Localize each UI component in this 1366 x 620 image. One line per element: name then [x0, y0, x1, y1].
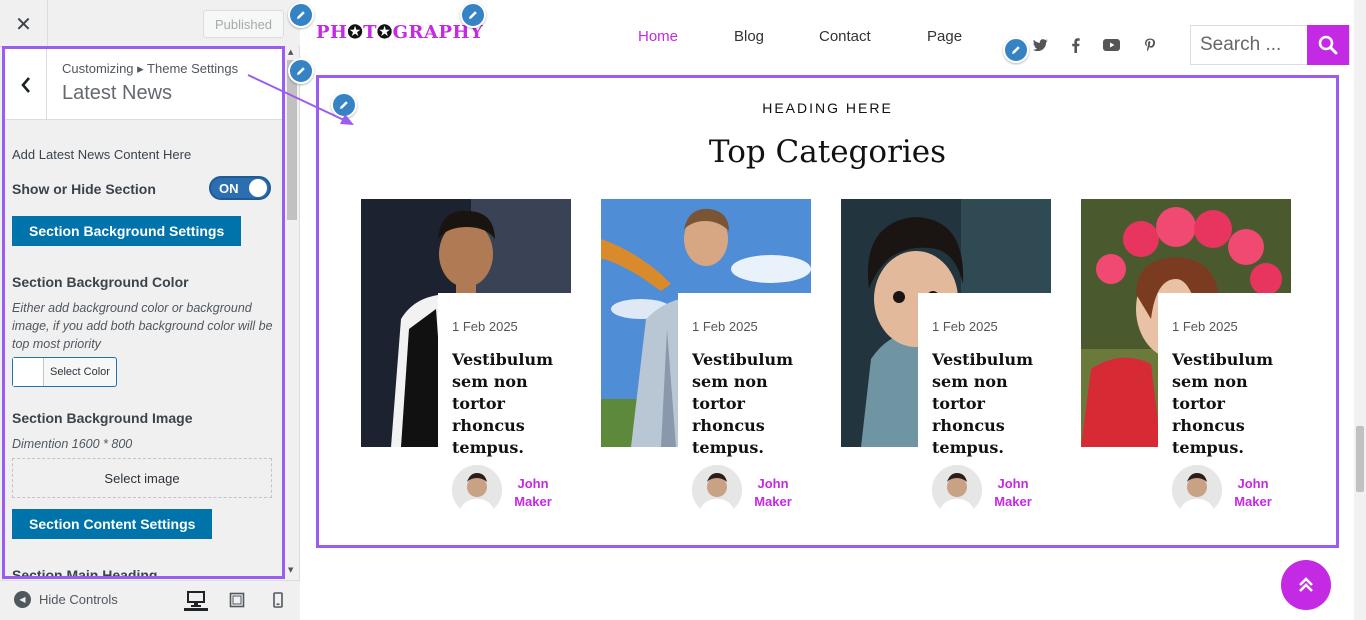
section-header: Customizing ▸ Theme Settings Latest News — [5, 49, 282, 120]
author-avatar — [932, 465, 982, 515]
tablet-icon — [229, 592, 245, 608]
close-icon: ✕ — [15, 11, 32, 36]
chevron-left-icon — [20, 76, 30, 93]
toggle-label: ON — [219, 181, 239, 196]
nav-blog[interactable]: Blog — [734, 28, 764, 45]
author-avatar — [692, 465, 742, 515]
bg-image-note: Dimention 1600 * 800 — [12, 437, 133, 451]
news-card[interactable]: 1 Feb 2025 Vestibulum sem non tortor rho… — [601, 199, 811, 517]
latest-news-panel: Customizing ▸ Theme Settings Latest News… — [2, 46, 285, 579]
mobile-preview-button[interactable] — [266, 589, 290, 611]
section-background-settings-button[interactable]: Section Background Settings — [12, 216, 242, 246]
panel-title: Latest News — [62, 82, 173, 104]
author-avatar — [1172, 465, 1222, 515]
bg-color-title: Section Background Color — [12, 274, 189, 290]
author-name[interactable]: John Maker — [988, 475, 1038, 511]
youtube-icon[interactable] — [1102, 37, 1120, 53]
mobile-icon — [273, 592, 283, 608]
section-heading: Top Categories — [708, 134, 947, 170]
customizer-sidebar: ✕ Published Customizing ▸ Theme Settings… — [0, 0, 300, 620]
news-card-title[interactable]: Vestibulum sem non tortor rhoncus tempus… — [1172, 349, 1290, 459]
site-logo[interactable]: PH✪T✪GRAPHY — [316, 22, 483, 43]
camera-icon: ✪ — [377, 22, 393, 43]
section-content-settings-button[interactable]: Section Content Settings — [12, 509, 213, 539]
search-button[interactable] — [1307, 25, 1349, 65]
show-hide-label: Show or Hide Section — [12, 181, 156, 197]
nav-page[interactable]: Page — [927, 28, 962, 45]
twitter-icon[interactable] — [1031, 37, 1049, 53]
edit-social-pencil-icon[interactable] — [1003, 37, 1029, 63]
close-customizer-button[interactable]: ✕ — [0, 0, 48, 47]
news-card-body: 1 Feb 2025 Vestibulum sem non tortor rho… — [1158, 293, 1291, 517]
sidebar-scrollbar[interactable]: ▲ ▼ — [286, 46, 298, 576]
sidebar-footer: ◀ Hide Controls — [0, 580, 300, 620]
news-card-date: 1 Feb 2025 — [692, 319, 758, 334]
news-card[interactable]: 1 Feb 2025 Vestibulum sem non tortor rho… — [361, 199, 571, 517]
news-card-title[interactable]: Vestibulum sem non tortor rhoncus tempus… — [932, 349, 1050, 459]
site-preview: PH✪T✪GRAPHY Home Blog Contact Page Searc… — [288, 0, 1366, 620]
news-card-body: 1 Feb 2025 Vestibulum sem non tortor rho… — [918, 293, 1051, 517]
preview-scrollbar[interactable] — [1354, 0, 1366, 620]
double-chevron-up-icon — [1299, 577, 1313, 592]
bg-image-title: Section Background Image — [12, 410, 193, 426]
news-card-body: 1 Feb 2025 Vestibulum sem non tortor rho… — [438, 293, 571, 517]
facebook-icon[interactable] — [1066, 37, 1084, 53]
edit-logo-pencil-icon[interactable] — [460, 2, 486, 28]
pinterest-icon[interactable] — [1141, 37, 1159, 53]
author-name[interactable]: John Maker — [748, 475, 798, 511]
author-name[interactable]: John Maker — [508, 475, 558, 511]
desktop-icon — [187, 590, 205, 607]
sidebar-header: ✕ Published — [0, 0, 300, 47]
breadcrumb: Customizing ▸ Theme Settings — [62, 61, 239, 76]
show-hide-toggle[interactable]: ON — [209, 176, 271, 200]
arrow-left-icon: ◀ — [14, 591, 31, 608]
latest-news-section[interactable]: HEADING HERE Top Categories 1 Feb 2025 V… — [316, 75, 1339, 548]
hide-controls-label: Hide Controls — [39, 592, 118, 607]
scroll-to-top-button[interactable] — [1281, 560, 1331, 610]
search-placeholder: Search ... — [1200, 34, 1282, 55]
scrollbar-thumb[interactable] — [287, 60, 297, 220]
nav-contact[interactable]: Contact — [819, 28, 871, 45]
scroll-up-icon[interactable]: ▲ — [288, 48, 293, 56]
color-swatch — [13, 358, 44, 386]
bg-color-note: Either add background color or backgroun… — [12, 301, 273, 351]
logo-text-start: PH — [316, 22, 348, 43]
news-card-title[interactable]: Vestibulum sem non tortor rhoncus tempus… — [692, 349, 810, 459]
news-card-date: 1 Feb 2025 — [1172, 319, 1238, 334]
bg-settings-wrap: Section Background Settings — [12, 216, 242, 246]
select-color-button[interactable]: Select Color — [12, 357, 117, 387]
edit-shortcut-pencil-icon[interactable] — [288, 58, 314, 84]
desktop-preview-button[interactable] — [184, 589, 208, 611]
back-button[interactable] — [5, 49, 47, 120]
logo-text-mid: T — [363, 22, 378, 43]
select-color-label: Select Color — [50, 366, 110, 378]
search-icon — [1318, 35, 1338, 55]
edit-shortcut-pencil-icon[interactable] — [288, 2, 314, 28]
preview-scrollbar-thumb[interactable] — [1356, 426, 1364, 492]
author-avatar — [452, 465, 502, 515]
news-card-body: 1 Feb 2025 Vestibulum sem non tortor rho… — [678, 293, 811, 517]
content-settings-wrap: Section Content Settings — [12, 509, 213, 539]
nav-home[interactable]: Home — [638, 28, 678, 45]
news-card[interactable]: 1 Feb 2025 Vestibulum sem non tortor rho… — [1081, 199, 1291, 517]
toggle-knob — [249, 179, 267, 197]
news-card-date: 1 Feb 2025 — [932, 319, 998, 334]
main-heading-title: Section Main Heading — [12, 567, 158, 579]
select-image-button[interactable]: Select image — [12, 458, 272, 498]
tablet-preview-button[interactable] — [225, 589, 249, 611]
published-button[interactable]: Published — [203, 10, 284, 38]
news-card[interactable]: 1 Feb 2025 Vestibulum sem non tortor rho… — [841, 199, 1051, 517]
news-card-date: 1 Feb 2025 — [452, 319, 518, 334]
camera-icon: ✪ — [347, 22, 364, 43]
news-card-title[interactable]: Vestibulum sem non tortor rhoncus tempus… — [452, 349, 570, 459]
section-description: Add Latest News Content Here — [12, 147, 192, 162]
author-name[interactable]: John Maker — [1228, 475, 1278, 511]
section-small-heading: HEADING HERE — [762, 100, 893, 116]
hide-controls-button[interactable]: ◀ Hide Controls — [14, 591, 118, 608]
scroll-down-icon[interactable]: ▼ — [288, 566, 293, 574]
